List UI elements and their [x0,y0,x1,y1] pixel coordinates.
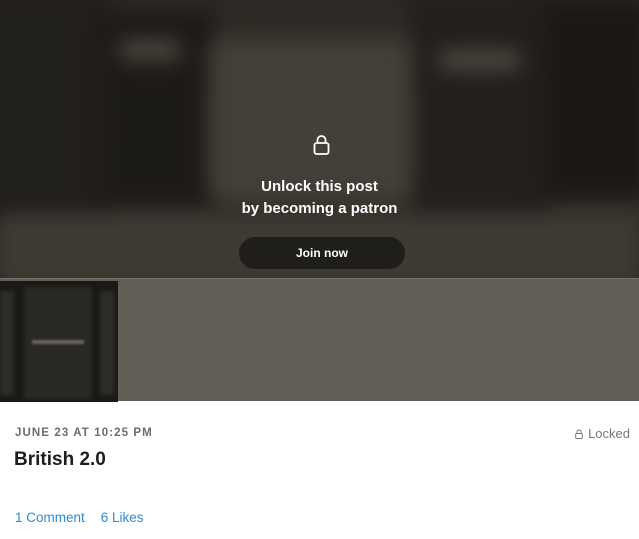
post-date: JUNE 23 AT 10:25 PM [15,427,153,439]
unlock-message: Unlock this post by becoming a patron [0,176,639,220]
locked-post-preview: Unlock this post by becoming a patron Jo… [0,0,639,278]
unlock-line-2: by becoming a patron [241,200,398,217]
thumbnail-shape [100,291,114,395]
thumbnail-shape [0,291,14,395]
join-now-button[interactable]: Join now [239,237,405,269]
locked-label: Locked [588,426,630,441]
post-title[interactable]: British 2.0 [14,449,106,471]
lock-icon [313,135,330,155]
thumbnail-shape [32,340,84,344]
unlock-line-1: Unlock this post [261,178,378,195]
post-actions: 1 Comment 6 Likes [15,510,144,525]
media-strip [0,278,639,402]
likes-link[interactable]: 6 Likes [101,510,144,525]
media-thumbnail[interactable] [0,281,118,402]
lock-icon [575,429,583,439]
comments-link[interactable]: 1 Comment [15,510,85,525]
locked-status: Locked [575,426,630,441]
